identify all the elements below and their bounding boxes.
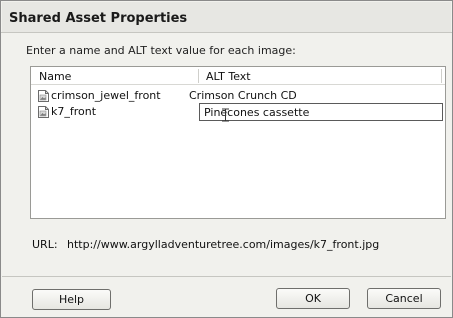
list-item-name: crimson_jewel_front (51, 89, 161, 102)
shared-asset-properties-dialog: Shared Asset Properties Enter a name and… (0, 0, 453, 318)
column-header-name[interactable]: Name (39, 70, 71, 83)
column-header-alt-text[interactable]: ALT Text (206, 70, 251, 83)
image-file-icon (38, 90, 49, 102)
list-item[interactable]: k7_front (31, 103, 445, 122)
url-label: URL: (32, 238, 58, 251)
column-divider[interactable] (198, 69, 199, 83)
list-header: Name ALT Text (31, 67, 445, 85)
list-item-alt-text: Crimson Crunch CD (189, 89, 297, 102)
text-cursor-icon (222, 108, 229, 122)
column-divider[interactable] (441, 69, 442, 83)
instruction-text: Enter a name and ALT text value for each… (26, 44, 296, 57)
asset-list[interactable]: Name ALT Text crimson_jewel_front Crimso… (30, 66, 446, 219)
ok-button[interactable]: OK (276, 288, 350, 309)
url-value: http://www.argylladventuretree.com/image… (67, 238, 380, 251)
list-item-name: k7_front (51, 105, 97, 118)
title-bar[interactable]: Shared Asset Properties (2, 2, 451, 33)
cancel-button[interactable]: Cancel (367, 288, 441, 309)
alt-text-input[interactable] (199, 103, 443, 121)
footer-divider (2, 276, 451, 277)
dialog-title: Shared Asset Properties (9, 11, 188, 26)
help-button[interactable]: Help (32, 289, 111, 310)
title-divider (1, 32, 452, 33)
image-file-icon (38, 106, 49, 118)
list-item[interactable]: crimson_jewel_front Crimson Crunch CD (31, 88, 445, 104)
